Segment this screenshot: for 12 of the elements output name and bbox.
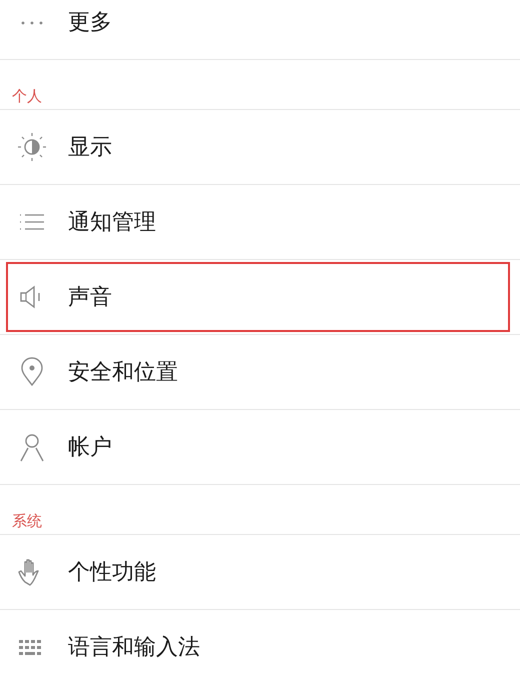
settings-item[interactable]: 帐户 [0, 410, 520, 485]
section-header: 个人 [12, 86, 42, 106]
settings-item[interactable]: 显示 [0, 110, 520, 185]
section-header: 系统 [12, 510, 42, 532]
settings-item[interactable]: 声音 [0, 260, 520, 335]
settings-item[interactable]: 安全和位置 [0, 335, 520, 410]
settings-item[interactable]: 更多 [0, 0, 520, 60]
settings-item[interactable]: 个性功能 [0, 535, 520, 610]
settings-item[interactable]: 语言和输入法 [0, 610, 520, 678]
settings-item[interactable]: 通知管理 [0, 185, 520, 260]
brightness-icon [16, 131, 48, 163]
more-icon [20, 20, 44, 24]
